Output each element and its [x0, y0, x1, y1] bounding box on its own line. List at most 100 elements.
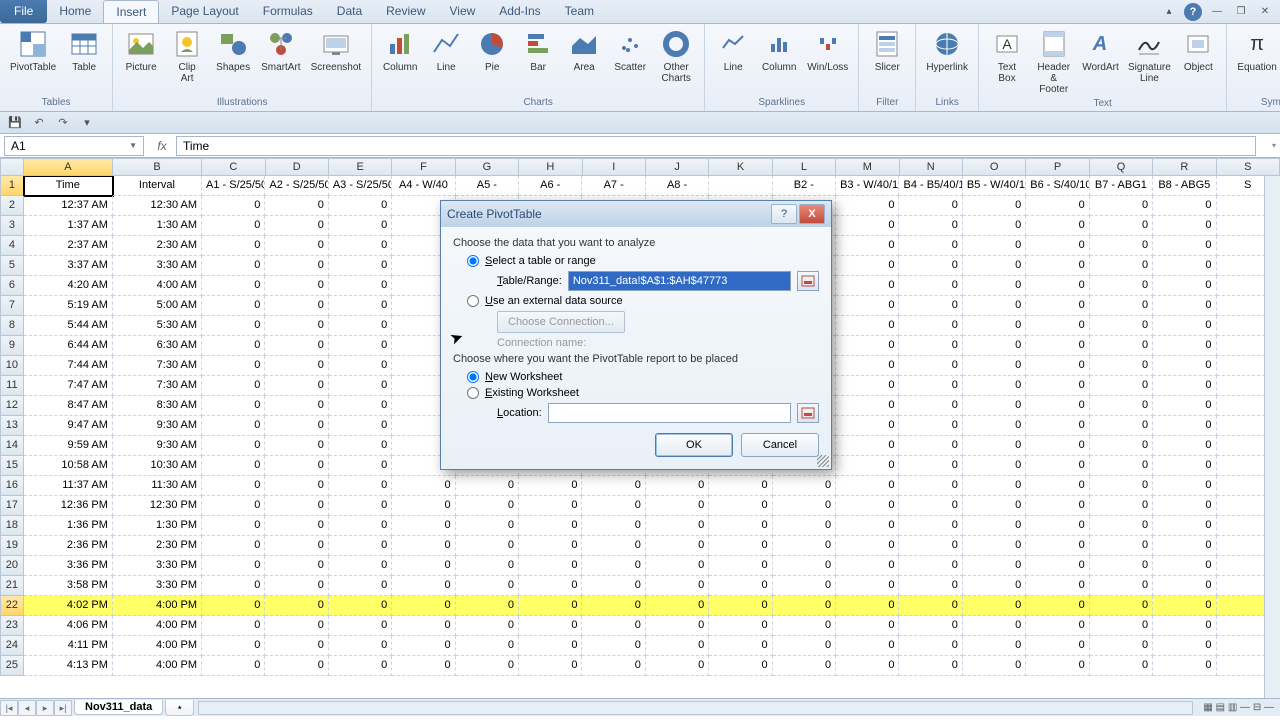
cell[interactable]: 0 [709, 656, 772, 676]
cell[interactable]: 2:36 PM [24, 536, 113, 556]
cell[interactable]: 0 [1026, 356, 1089, 376]
ok-button[interactable]: OK [655, 433, 733, 457]
cell[interactable]: B5 - W/40/100 [963, 176, 1026, 196]
cell[interactable]: 0 [329, 356, 392, 376]
cell[interactable]: 5:30 AM [113, 316, 202, 336]
cell[interactable]: 12:36 PM [24, 496, 113, 516]
cell[interactable]: 0 [519, 536, 582, 556]
cell[interactable]: 0 [963, 316, 1026, 336]
name-box[interactable]: A1 ▼ [4, 136, 144, 156]
cell[interactable]: 0 [265, 356, 328, 376]
cell[interactable]: 0 [646, 616, 709, 636]
cell[interactable]: 0 [519, 516, 582, 536]
column-header[interactable]: H [519, 158, 582, 176]
column-header[interactable]: E [329, 158, 392, 176]
cell[interactable]: 0 [265, 316, 328, 336]
cell[interactable]: 0 [1153, 636, 1216, 656]
cell[interactable]: 0 [582, 576, 645, 596]
cell[interactable]: 0 [836, 616, 899, 636]
cell[interactable]: B2 - [773, 176, 836, 196]
cell[interactable]: 0 [963, 616, 1026, 636]
cell[interactable]: 0 [329, 476, 392, 496]
cell[interactable]: 0 [519, 576, 582, 596]
cell[interactable]: 0 [456, 516, 519, 536]
cell[interactable]: 0 [1153, 516, 1216, 536]
chevron-down-icon[interactable]: ▼ [129, 141, 137, 150]
cell[interactable]: 0 [773, 636, 836, 656]
cell[interactable]: A4 - W/40 [392, 176, 455, 196]
file-tab[interactable]: File [0, 0, 47, 23]
cell[interactable]: 0 [1026, 576, 1089, 596]
shapes-button[interactable]: Shapes [211, 26, 255, 96]
fx-icon[interactable]: fx [148, 139, 176, 153]
cell[interactable]: 0 [1090, 236, 1153, 256]
cell[interactable]: 0 [329, 656, 392, 676]
column-header[interactable]: P [1026, 158, 1089, 176]
cell[interactable]: 0 [265, 616, 328, 636]
cell[interactable]: 0 [329, 436, 392, 456]
resize-grip-icon[interactable] [817, 455, 829, 467]
cell[interactable]: 0 [329, 256, 392, 276]
cell[interactable]: 0 [1090, 576, 1153, 596]
cell[interactable]: 0 [1026, 376, 1089, 396]
cell[interactable]: 0 [1090, 216, 1153, 236]
wordart-button[interactable]: AWordArt [1078, 26, 1122, 97]
cell[interactable]: 0 [1153, 656, 1216, 676]
cell[interactable]: 0 [899, 416, 962, 436]
cell[interactable]: 0 [202, 296, 265, 316]
cell[interactable]: 0 [1026, 396, 1089, 416]
cell[interactable]: 0 [582, 496, 645, 516]
cell[interactable]: 0 [899, 316, 962, 336]
cell[interactable]: 0 [202, 396, 265, 416]
cell[interactable]: 0 [1153, 616, 1216, 636]
cell[interactable]: B7 - ABG1 [1090, 176, 1153, 196]
cell[interactable]: 0 [582, 636, 645, 656]
cell[interactable]: 0 [392, 516, 455, 536]
picture-button[interactable]: Picture [119, 26, 163, 96]
cell[interactable]: 0 [456, 556, 519, 576]
cell[interactable]: 0 [265, 656, 328, 676]
cell[interactable]: 0 [392, 656, 455, 676]
cell[interactable]: 0 [963, 336, 1026, 356]
redo-icon[interactable]: ↷ [54, 115, 72, 131]
cell[interactable]: 5:44 AM [24, 316, 113, 336]
cell[interactable]: 0 [1026, 496, 1089, 516]
cell[interactable]: 0 [1153, 536, 1216, 556]
column-header[interactable]: I [583, 158, 646, 176]
pivottable-button[interactable]: PivotTable [6, 26, 60, 96]
cell[interactable]: 0 [265, 276, 328, 296]
cell[interactable]: 0 [899, 476, 962, 496]
cell[interactable]: 0 [392, 536, 455, 556]
column-header[interactable]: R [1153, 158, 1216, 176]
cell[interactable]: 0 [329, 236, 392, 256]
sheet-tab[interactable]: Nov311_data [74, 700, 163, 715]
cell[interactable]: 12:30 AM [113, 196, 202, 216]
column-header[interactable]: C [202, 158, 265, 176]
vertical-scrollbar[interactable] [1264, 176, 1280, 698]
row-header[interactable]: 5 [0, 256, 24, 276]
cell[interactable]: 0 [202, 336, 265, 356]
cell[interactable]: 0 [1026, 336, 1089, 356]
close-icon[interactable]: ✕ [1256, 4, 1274, 20]
cell[interactable]: 4:00 PM [113, 656, 202, 676]
cell[interactable]: 0 [265, 336, 328, 356]
cell[interactable]: Interval [113, 176, 202, 196]
cell[interactable]: 0 [1090, 396, 1153, 416]
cell[interactable]: 0 [392, 616, 455, 636]
row-header[interactable]: 17 [0, 496, 24, 516]
cell[interactable]: 0 [899, 636, 962, 656]
cell[interactable]: 9:59 AM [24, 436, 113, 456]
scatter-button[interactable]: Scatter [608, 26, 652, 96]
cell[interactable]: 0 [1153, 396, 1216, 416]
cell[interactable]: 0 [329, 376, 392, 396]
cell[interactable]: 0 [709, 556, 772, 576]
cell[interactable]: 0 [709, 536, 772, 556]
cell[interactable]: 0 [963, 456, 1026, 476]
cell[interactable]: 0 [1090, 476, 1153, 496]
cell[interactable]: 0 [456, 636, 519, 656]
cell[interactable]: 0 [1090, 496, 1153, 516]
column-header[interactable]: Q [1090, 158, 1153, 176]
row-header[interactable]: 13 [0, 416, 24, 436]
row-header[interactable]: 8 [0, 316, 24, 336]
cell[interactable]: 3:30 PM [113, 556, 202, 576]
